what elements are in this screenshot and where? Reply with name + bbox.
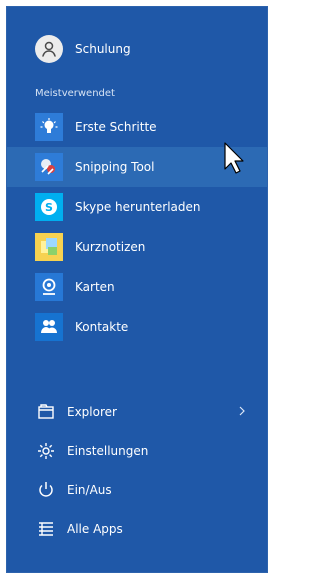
gear-icon xyxy=(35,440,57,462)
user-avatar-icon xyxy=(35,35,63,63)
chevron-right-icon xyxy=(235,404,249,418)
sticky-notes-icon xyxy=(35,233,63,261)
app-item-karten[interactable]: Karten xyxy=(7,267,267,307)
start-menu: Schulung Meistverwendet Erste Schritte S… xyxy=(6,6,268,573)
app-label: Kontakte xyxy=(75,320,129,334)
system-item-explorer[interactable]: Explorer xyxy=(7,392,267,431)
skype-icon: S xyxy=(35,193,63,221)
app-item-kontakte[interactable]: Kontakte xyxy=(7,307,267,347)
system-item-alle-apps[interactable]: Alle Apps xyxy=(7,509,267,548)
system-item-ein-aus[interactable]: Ein/Aus xyxy=(7,470,267,509)
most-used-section-label: Meistverwendet xyxy=(35,88,115,99)
user-name: Schulung xyxy=(75,42,131,56)
system-item-label: Einstellungen xyxy=(67,443,149,458)
app-item-skype-herunterladen[interactable]: S Skype herunterladen xyxy=(7,187,267,227)
system-item-label: Ein/Aus xyxy=(67,482,112,497)
app-label: Karten xyxy=(75,280,115,294)
app-label: Skype herunterladen xyxy=(75,200,201,214)
app-label: Erste Schritte xyxy=(75,120,157,134)
snipping-tool-icon xyxy=(35,153,63,181)
folder-icon xyxy=(35,401,57,423)
app-label: Kurznotizen xyxy=(75,240,146,254)
system-item-label: Explorer xyxy=(67,404,117,419)
svg-text:S: S xyxy=(45,201,53,214)
mouse-pointer-icon xyxy=(223,141,249,175)
maps-icon xyxy=(35,273,63,301)
user-profile-button[interactable]: Schulung xyxy=(7,29,267,69)
contacts-icon xyxy=(35,313,63,341)
list-icon xyxy=(35,518,57,540)
system-item-einstellungen[interactable]: Einstellungen xyxy=(7,431,267,470)
app-item-kurznotizen[interactable]: Kurznotizen xyxy=(7,227,267,267)
lightbulb-icon xyxy=(35,113,63,141)
power-icon xyxy=(35,479,57,501)
app-label: Snipping Tool xyxy=(75,160,155,174)
system-item-label: Alle Apps xyxy=(67,521,123,536)
